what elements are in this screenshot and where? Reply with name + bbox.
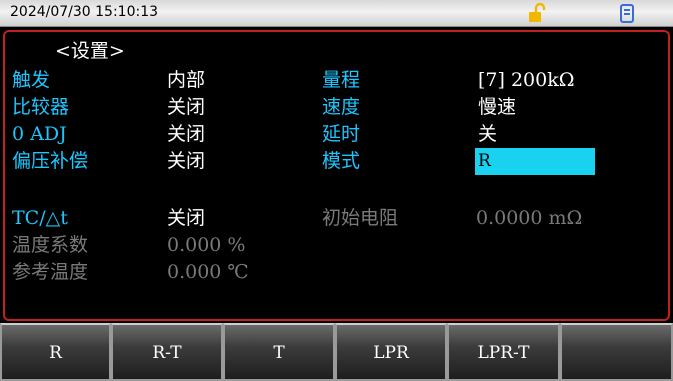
ref-temp-value: 0.000 ℃ (167, 261, 249, 283)
zero-adj-value[interactable]: 关闭 (167, 123, 205, 145)
usb-icon (620, 4, 634, 23)
unlock-icon[interactable] (527, 3, 547, 23)
tc-value[interactable]: 关闭 (167, 207, 205, 229)
softkey-t[interactable]: T (223, 323, 335, 381)
zero-adj-label: 0 ADJ (12, 123, 67, 145)
status-bar: 2024/07/30 15:10:13 (0, 0, 673, 27)
softkey-lpr-t[interactable]: LPR-T (447, 323, 560, 381)
init-res-label: 初始电阻 (322, 207, 399, 229)
temp-coef-value: 0.000 % (167, 234, 246, 256)
comparator-label: 比较器 (12, 96, 70, 118)
delay-label: 延时 (322, 123, 361, 145)
softkey-blank[interactable] (560, 323, 673, 381)
softkey-r-t[interactable]: R-T (111, 323, 223, 381)
softkey-r[interactable]: R (0, 323, 111, 381)
comparator-value[interactable]: 关闭 (167, 96, 205, 118)
trigger-label: 触发 (12, 69, 51, 91)
delay-value[interactable]: 关 (478, 123, 497, 145)
init-res-value: 0.0000 mΩ (476, 207, 583, 229)
bias-comp-label: 偏压补偿 (12, 150, 89, 172)
tc-label: TC/△t (12, 207, 68, 229)
speed-value[interactable]: 慢速 (478, 96, 516, 118)
temp-coef-label: 温度系数 (12, 234, 89, 256)
trigger-value[interactable]: 内部 (167, 69, 205, 91)
bias-comp-value[interactable]: 关闭 (167, 150, 205, 172)
range-value[interactable]: [7] 200kΩ (478, 69, 574, 91)
mode-value-selected[interactable]: R (475, 148, 595, 175)
softkey-lpr[interactable]: LPR (335, 323, 447, 381)
range-label: 量程 (322, 69, 361, 91)
datetime: 2024/07/30 15:10:13 (10, 4, 159, 20)
ref-temp-label: 参考温度 (12, 261, 89, 283)
page-title: <设置> (55, 40, 125, 62)
softkey-bar: R R-T T LPR LPR-T (0, 323, 673, 381)
mode-label: 模式 (322, 150, 361, 172)
speed-label: 速度 (322, 96, 361, 118)
